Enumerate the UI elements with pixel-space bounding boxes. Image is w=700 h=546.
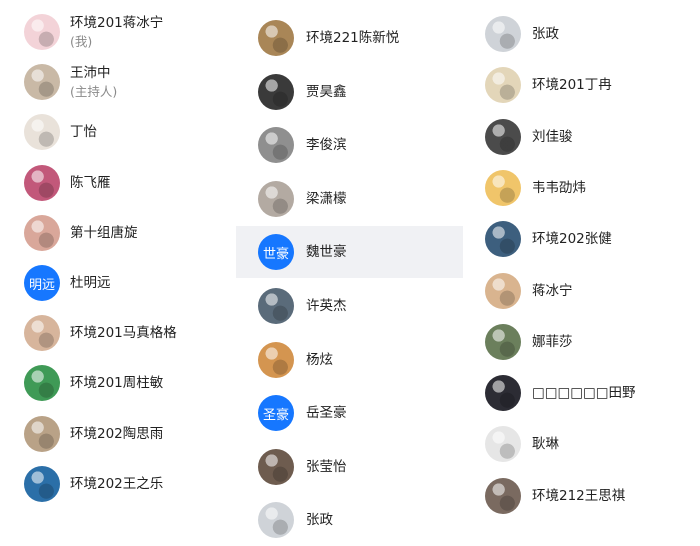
participant-row[interactable]: 环境202陶思雨 [0, 408, 235, 460]
avatar[interactable] [258, 342, 294, 378]
participant-name: 贾昊鑫 [306, 84, 347, 100]
participant-row[interactable]: 李俊滨 [236, 119, 463, 171]
avatar[interactable] [258, 288, 294, 324]
participant-name: 环境212王思祺 [532, 488, 626, 504]
participant-row[interactable]: 韦韦劭炜 [464, 162, 700, 214]
participant-name: 环境221陈新悦 [306, 30, 400, 46]
participant-name: 环境201蒋冰宁 [70, 15, 164, 31]
participant-row[interactable]: 环境201丁冉 [464, 59, 700, 111]
participant-name: 梁潇檬 [306, 191, 347, 207]
participant-row[interactable]: 贾昊鑫 [236, 66, 463, 118]
participant-name: 蒋冰宁 [532, 283, 573, 299]
participant-name: 刘佳骏 [532, 129, 573, 145]
avatar[interactable] [485, 375, 521, 411]
participant-row[interactable]: 杨炫 [236, 334, 463, 386]
participant-row[interactable]: 张政 [236, 494, 463, 546]
participant-name: 张政 [532, 26, 559, 42]
participant-name: 耿琳 [532, 436, 559, 452]
participant-column-1: 环境201蒋冰宁 (我) 王沛中 (主持人) 丁怡陈飞雁第十组唐旋明远 杜明远环境201马… [0, 0, 235, 525]
avatar[interactable] [258, 181, 294, 217]
participant-name: 娜菲莎 [532, 334, 573, 350]
avatar-initials: 明远 [28, 277, 55, 293]
participant-name: 魏世豪 [306, 244, 347, 260]
participant-row[interactable]: 环境212王思祺 [464, 470, 700, 522]
participant-name: 环境202张健 [532, 231, 612, 247]
avatar[interactable] [258, 449, 294, 485]
participant-name: 张莹怡 [306, 459, 347, 475]
participant-name: □□□□□□田野 [532, 385, 636, 401]
participant-name: 环境201马真格格 [70, 325, 177, 341]
participant-name: 张政 [306, 512, 333, 528]
participant-role: (主持人) [70, 84, 118, 99]
avatar[interactable] [24, 466, 60, 502]
participant-name: 韦韦劭炜 [532, 180, 586, 196]
avatar[interactable]: 圣豪 [258, 395, 294, 431]
participant-row[interactable]: □□□□□□田野 [464, 367, 700, 419]
avatar[interactable] [485, 221, 521, 257]
avatar[interactable] [485, 478, 521, 514]
avatar[interactable] [258, 502, 294, 538]
participant-row[interactable]: 环境201马真格格 [0, 307, 235, 359]
avatar[interactable] [258, 127, 294, 163]
avatar[interactable] [24, 315, 60, 351]
participant-column-2: 环境221陈新悦 贾昊鑫李俊滨梁潇檬世豪 魏世豪许英杰杨炫圣豪 岳圣豪张莹怡张政 [236, 0, 464, 538]
avatar[interactable] [485, 119, 521, 155]
participant-row[interactable]: 梁潇檬 [236, 173, 463, 225]
avatar[interactable] [24, 416, 60, 452]
avatar[interactable] [258, 20, 294, 56]
avatar[interactable] [485, 273, 521, 309]
avatar[interactable] [24, 64, 60, 100]
avatar[interactable] [485, 324, 521, 360]
participant-row[interactable]: 环境202王之乐 [0, 458, 235, 510]
participant-name: 环境201周柱敏 [70, 375, 164, 391]
participant-name: 王沛中 [70, 65, 111, 81]
participant-row[interactable]: 环境201蒋冰宁 (我) [0, 6, 235, 58]
avatar[interactable]: 世豪 [258, 234, 294, 270]
participant-name: 丁怡 [70, 124, 97, 140]
avatar[interactable] [24, 114, 60, 150]
avatar[interactable] [258, 74, 294, 110]
participant-row[interactable]: 环境221陈新悦 [236, 12, 463, 64]
participant-name: 环境202王之乐 [70, 476, 164, 492]
participant-name: 杨炫 [306, 352, 333, 368]
avatar[interactable]: 明远 [24, 265, 60, 301]
participant-row[interactable]: 陈飞雁 [0, 157, 235, 209]
participant-name: 环境202陶思雨 [70, 426, 164, 442]
participant-row[interactable]: 蒋冰宁 [464, 265, 700, 317]
participant-row[interactable]: 明远 杜明远 [0, 257, 235, 309]
participant-name: 许英杰 [306, 298, 347, 314]
participant-name: 杜明远 [70, 275, 111, 291]
avatar[interactable] [24, 365, 60, 401]
participant-row[interactable]: 耿琳 [464, 418, 700, 470]
participant-row[interactable]: 许英杰 [236, 280, 463, 332]
avatar-initials: 世豪 [262, 246, 289, 262]
avatar[interactable] [485, 170, 521, 206]
participant-row[interactable]: 张莹怡 [236, 441, 463, 493]
participant-column-3: 张政环境201丁冉 刘佳骏韦韦劭炜环境202张健 蒋冰宁娜菲莎 □□□□□□田野 耿琳环… [464, 0, 700, 525]
avatar[interactable] [24, 14, 60, 50]
avatar[interactable] [24, 165, 60, 201]
avatar[interactable] [485, 67, 521, 103]
participant-name: 岳圣豪 [306, 405, 347, 421]
participant-row[interactable]: 刘佳骏 [464, 111, 700, 163]
participant-row[interactable]: 世豪 魏世豪 [236, 226, 463, 278]
participant-role: (我) [70, 34, 93, 49]
participant-row[interactable]: 王沛中 (主持人) [0, 56, 235, 108]
participant-row[interactable]: 张政 [464, 8, 700, 60]
participant-name: 陈飞雁 [70, 175, 111, 191]
participant-row[interactable]: 环境201周柱敏 [0, 357, 235, 409]
avatar[interactable] [485, 426, 521, 462]
participant-row[interactable]: 环境202张健 [464, 213, 700, 265]
avatar-initials: 圣豪 [262, 407, 289, 423]
participant-name: 李俊滨 [306, 137, 347, 153]
avatar[interactable] [485, 16, 521, 52]
participant-row[interactable]: 丁怡 [0, 106, 235, 158]
participant-row[interactable]: 娜菲莎 [464, 316, 700, 368]
participant-row[interactable]: 圣豪 岳圣豪 [236, 387, 463, 439]
avatar[interactable] [24, 215, 60, 251]
participant-name: 第十组唐旋 [70, 225, 138, 241]
participant-row[interactable]: 第十组唐旋 [0, 207, 235, 259]
participant-name: 环境201丁冉 [532, 77, 612, 93]
